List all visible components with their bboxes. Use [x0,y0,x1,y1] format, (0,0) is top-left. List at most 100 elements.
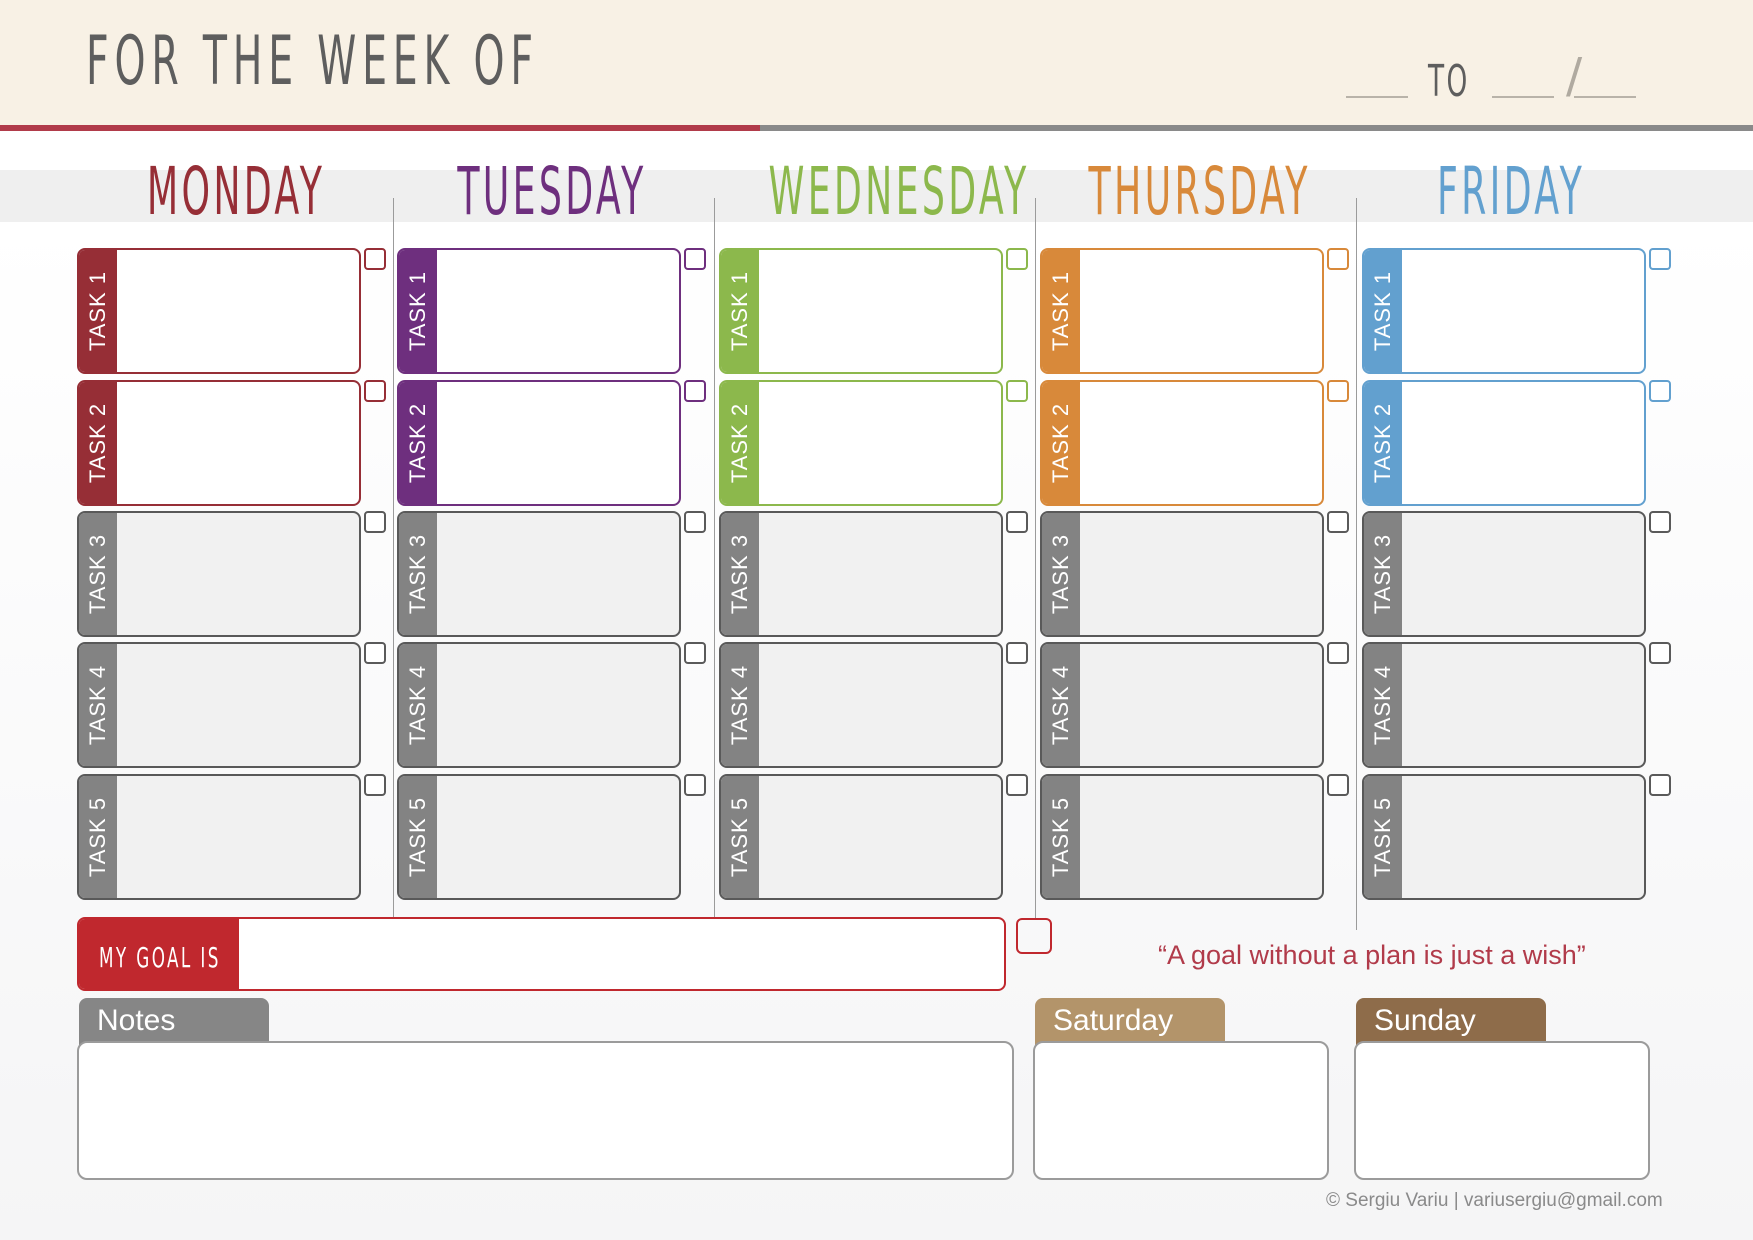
task-checkbox-thursday-1[interactable] [1327,248,1349,270]
task-checkbox-tuesday-1[interactable] [684,248,706,270]
task-box-friday-4[interactable]: TASK 4 [1362,642,1646,768]
task-label: TASK 2 [727,402,752,484]
task-checkbox-friday-3[interactable] [1649,511,1671,533]
goal-label: MY GOAL IS [99,941,221,974]
task-checkbox-monday-5[interactable] [364,774,386,796]
start-date-blank[interactable] [1346,96,1408,98]
task-box-wednesday-3[interactable]: TASK 3 [719,511,1003,637]
task-checkbox-wednesday-1[interactable] [1006,248,1028,270]
end-month-blank[interactable] [1492,96,1554,98]
copyright-footer: © Sergiu Variu | variusergiu@gmail.com [1326,1190,1663,1211]
task-box-thursday-3[interactable]: TASK 3 [1040,511,1324,637]
task-box-wednesday-4[interactable]: TASK 4 [719,642,1003,768]
task-label: TASK 3 [405,533,430,615]
task-checkbox-monday-1[interactable] [364,248,386,270]
task-checkbox-thursday-5[interactable] [1327,774,1349,796]
task-box-wednesday-2[interactable]: TASK 2 [719,380,1003,506]
to-label: TO [1428,56,1470,107]
task-label: TASK 3 [1048,533,1073,615]
task-label: TASK 2 [405,402,430,484]
task-box-wednesday-1[interactable]: TASK 1 [719,248,1003,374]
task-tab: TASK 2 [1364,382,1402,504]
task-tab: TASK 5 [79,776,117,898]
task-box-friday-2[interactable]: TASK 2 [1362,380,1646,506]
saturday-label: Saturday [1053,1004,1174,1037]
task-checkbox-tuesday-5[interactable] [684,774,706,796]
task-checkbox-monday-3[interactable] [364,511,386,533]
task-checkbox-thursday-4[interactable] [1327,642,1349,664]
task-tab: TASK 2 [399,382,437,504]
task-label: TASK 3 [727,533,752,615]
day-header-friday: FRIDAY [1436,153,1586,230]
page-title: FOR THE WEEK OF [86,22,539,101]
task-tab: TASK 2 [79,382,117,504]
goal-checkbox[interactable] [1016,918,1052,954]
task-checkbox-wednesday-5[interactable] [1006,774,1028,796]
task-tab: TASK 1 [721,250,759,372]
task-checkbox-wednesday-3[interactable] [1006,511,1028,533]
task-box-thursday-4[interactable]: TASK 4 [1040,642,1324,768]
task-tab: TASK 2 [1042,382,1080,504]
task-box-monday-5[interactable]: TASK 5 [77,774,361,900]
day-header-monday: MONDAY [146,153,326,230]
task-tab: TASK 5 [721,776,759,898]
day-header-tuesday: TUESDAY [457,153,647,230]
goal-tab: MY GOAL IS [79,919,239,989]
sunday-label: Sunday [1374,1004,1476,1037]
task-tab: TASK 1 [1364,250,1402,372]
saturday-box[interactable] [1033,1041,1329,1180]
task-box-monday-2[interactable]: TASK 2 [77,380,361,506]
task-box-tuesday-2[interactable]: TASK 2 [397,380,681,506]
end-day-blank[interactable] [1574,96,1636,98]
task-label: TASK 3 [85,533,110,615]
task-box-monday-3[interactable]: TASK 3 [77,511,361,637]
task-label: TASK 3 [1370,533,1395,615]
task-tab: TASK 4 [721,644,759,766]
task-label: TASK 1 [85,270,110,352]
task-box-thursday-2[interactable]: TASK 2 [1040,380,1324,506]
task-label: TASK 5 [727,796,752,878]
task-checkbox-tuesday-3[interactable] [684,511,706,533]
task-label: TASK 1 [1048,270,1073,352]
task-checkbox-wednesday-2[interactable] [1006,380,1028,402]
task-box-friday-5[interactable]: TASK 5 [1362,774,1646,900]
task-checkbox-wednesday-4[interactable] [1006,642,1028,664]
task-box-friday-1[interactable]: TASK 1 [1362,248,1646,374]
task-box-wednesday-5[interactable]: TASK 5 [719,774,1003,900]
task-checkbox-friday-1[interactable] [1649,248,1671,270]
goal-field[interactable]: MY GOAL IS [77,917,1006,991]
task-box-monday-1[interactable]: TASK 1 [77,248,361,374]
task-box-friday-3[interactable]: TASK 3 [1362,511,1646,637]
task-checkbox-thursday-3[interactable] [1327,511,1349,533]
sunday-box[interactable] [1354,1041,1650,1180]
task-tab: TASK 4 [1042,644,1080,766]
column-divider [1356,198,1357,930]
quote-text: “A goal without a plan is just a wish” [1158,940,1586,970]
task-box-tuesday-3[interactable]: TASK 3 [397,511,681,637]
task-checkbox-tuesday-2[interactable] [684,380,706,402]
header-bar: FOR THE WEEK OF TO / [0,0,1753,126]
task-tab: TASK 3 [1042,513,1080,635]
task-tab: TASK 3 [399,513,437,635]
day-header-wednesday: WEDNESDAY [768,153,1030,230]
task-checkbox-monday-2[interactable] [364,380,386,402]
task-checkbox-friday-5[interactable] [1649,774,1671,796]
task-box-tuesday-1[interactable]: TASK 1 [397,248,681,374]
task-tab: TASK 5 [399,776,437,898]
task-checkbox-friday-4[interactable] [1649,642,1671,664]
task-box-tuesday-4[interactable]: TASK 4 [397,642,681,768]
task-box-thursday-1[interactable]: TASK 1 [1040,248,1324,374]
task-box-monday-4[interactable]: TASK 4 [77,642,361,768]
task-checkbox-tuesday-4[interactable] [684,642,706,664]
notes-box[interactable] [77,1041,1014,1180]
task-label: TASK 1 [727,270,752,352]
task-checkbox-thursday-2[interactable] [1327,380,1349,402]
task-box-thursday-5[interactable]: TASK 5 [1040,774,1324,900]
task-label: TASK 1 [405,270,430,352]
task-checkbox-monday-4[interactable] [364,642,386,664]
task-tab: TASK 5 [1042,776,1080,898]
task-box-tuesday-5[interactable]: TASK 5 [397,774,681,900]
column-divider [1035,198,1036,920]
task-checkbox-friday-2[interactable] [1649,380,1671,402]
task-tab: TASK 1 [399,250,437,372]
